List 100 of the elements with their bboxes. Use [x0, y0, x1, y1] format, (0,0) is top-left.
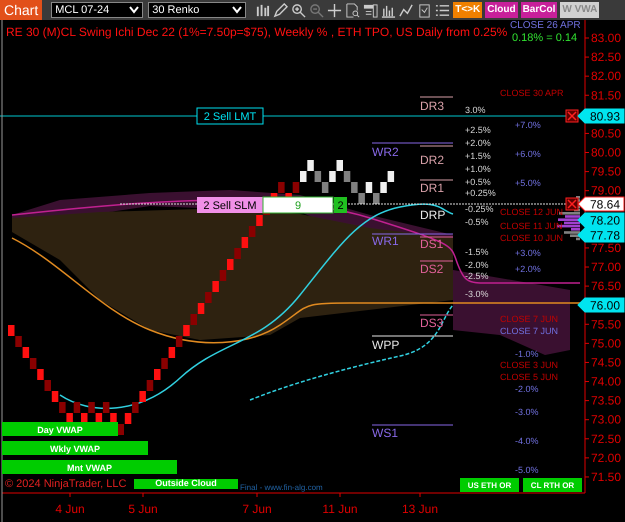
percent-label: -0.25% — [465, 204, 494, 214]
tick-count: 9 — [262, 196, 334, 214]
indicator-bar: Wkly VWAP — [2, 441, 148, 455]
toolbar-toggle-button[interactable]: T<>K — [453, 2, 482, 18]
indicator-bar: Day VWAP — [2, 422, 118, 436]
date-axis-label: 11 Jun — [322, 502, 358, 516]
order-label[interactable]: 2 Sell LMT — [196, 108, 264, 124]
bars-icon[interactable] — [255, 2, 270, 18]
list-icon[interactable] — [435, 2, 450, 18]
weekly-percent-label: -1.0% — [515, 349, 539, 359]
percent-label: -2.5% — [465, 271, 489, 281]
close-label: CLOSE 26 APR — [510, 20, 581, 31]
pivot-label: WR1 — [372, 234, 399, 248]
cancel-order-icon[interactable] — [566, 110, 578, 122]
close-label: CLOSE 3 JUN — [500, 360, 558, 370]
pivot-label: DR2 — [420, 153, 444, 167]
date-axis-label: 5 Jun — [128, 502, 158, 516]
weekly-percent-label: +5.0% — [515, 178, 541, 188]
price-axis-label: 80.50 — [591, 126, 622, 140]
interval-dropdown[interactable]: 30 Renko — [148, 2, 246, 18]
caret-icon — [129, 6, 140, 14]
close-label: CLOSE 10 JUN — [500, 233, 564, 243]
chart-tab[interactable]: Chart — [0, 0, 42, 20]
toolbar-toggle-button[interactable]: BarCol — [520, 2, 558, 18]
percent-label: -0.5% — [465, 217, 489, 227]
document-search-icon[interactable] — [345, 2, 360, 18]
percent-label: +0.5% — [465, 177, 491, 187]
pivot-label: WR2 — [372, 145, 399, 159]
copyright-text: © 2024 NinjaTrader, LLC — [5, 478, 126, 490]
price-marker: 77.78 — [577, 228, 624, 242]
indicator-bar: Mnt VWAP — [2, 460, 177, 474]
session-bar: US ETH OR — [460, 478, 519, 492]
weekly-percent-label: +6.0% — [515, 149, 541, 159]
clipboard-icon[interactable] — [417, 2, 432, 18]
price-axis-label: 80.00 — [591, 146, 622, 160]
price-axis-label: 76.50 — [591, 279, 622, 294]
pivot-label: DS1 — [420, 237, 444, 251]
properties-icon[interactable] — [363, 2, 378, 18]
price-axis-label: 77.00 — [591, 260, 622, 274]
price-marker: 78.20 — [577, 212, 624, 228]
percent-label: +1.0% — [465, 164, 491, 174]
crosshair-icon[interactable] — [327, 2, 342, 18]
order-quantity: 2 — [334, 197, 347, 213]
instrument-dropdown[interactable]: MCL 07-24 — [51, 2, 144, 18]
price-axis-label: 82.50 — [591, 50, 622, 64]
percent-label: +2.5% — [465, 125, 491, 135]
date-axis-label: 7 Jun — [242, 502, 272, 516]
price-axis-label: 81.50 — [591, 88, 622, 102]
credit-text: Final - www.fin-alg.com — [240, 483, 323, 492]
percent-label: 3.0% — [465, 105, 486, 115]
caret-icon — [232, 6, 242, 14]
cancel-order-icon[interactable] — [566, 198, 578, 210]
weekly-percent-label: -5.0% — [515, 465, 539, 475]
pivot-label: DS2 — [420, 262, 444, 276]
price-marker: 76.00 — [577, 298, 624, 312]
chart-title: RE 30 (M)CL Swing Ichi Dec 22 (1%=7.50p=$75), Weekly % , ETH TPO, US Daily from 0.25% — [6, 25, 508, 39]
price-axis-label: 74.00 — [591, 374, 622, 389]
close-label: CLOSE 7 JUN — [500, 326, 558, 336]
pivot-label: DS3 — [420, 316, 444, 330]
price-axis-label: 72.50 — [591, 432, 622, 446]
weekly-percent-label: -2.0% — [515, 384, 539, 394]
pencil-icon[interactable] — [273, 2, 288, 18]
price-axis-label: 77.50 — [591, 240, 622, 255]
percent-label: +0.25% — [465, 188, 496, 198]
close-label: CLOSE 7 JUN — [500, 314, 558, 324]
pivot-label: DRP — [420, 208, 446, 222]
price-axis-label: 72.00 — [591, 450, 622, 465]
pivot-label: DR3 — [420, 99, 444, 113]
date-axis-label: 13 Jun — [402, 502, 438, 516]
close-label: CLOSE 12 JUN — [500, 207, 564, 217]
line-chart-icon[interactable] — [399, 2, 414, 18]
percent-label: -3.0% — [465, 289, 489, 299]
weekly-percent-label: +3.0% — [515, 248, 541, 258]
close-label: CLOSE 5 JUN — [500, 372, 558, 382]
weekly-percent-label: -3.0% — [515, 407, 539, 417]
toolbar-toggle-button[interactable]: Cloud — [485, 2, 518, 18]
order-label[interactable]: 2 Sell SLM — [197, 197, 263, 213]
pivot-label: WPP — [372, 338, 400, 352]
weekly-percent-label: -4.0% — [515, 436, 539, 446]
percent-label: +2.0% — [465, 138, 491, 148]
session-bar: CL RTH OR — [523, 478, 582, 492]
date-axis-label: 4 Jun — [55, 502, 85, 516]
pivot-label: DR1 — [420, 181, 444, 195]
price-marker: 78.64 — [577, 196, 624, 212]
close-label: CLOSE 11 JUN — [500, 221, 562, 231]
price-marker: 80.93 — [577, 108, 624, 124]
price-axis-label: 74.50 — [591, 355, 622, 370]
price-axis-label: 82.00 — [591, 69, 622, 84]
change-readout: 0.18% = 0.14 — [512, 32, 578, 44]
price-axis-label: 71.50 — [591, 470, 622, 484]
pivot-label: WS1 — [372, 426, 398, 440]
percent-label: +1.5% — [465, 151, 491, 161]
percent-label: -2.0% — [465, 260, 489, 270]
price-axis-label: 79.00 — [591, 184, 622, 198]
price-axis-label: 75.50 — [591, 317, 622, 332]
price-axis-label: 79.50 — [591, 164, 622, 179]
zoom-in-icon[interactable] — [291, 2, 306, 18]
price-axis-label: 75.00 — [591, 336, 622, 350]
price-axis-label: 73.50 — [591, 394, 622, 408]
price-axis-label: 73.00 — [591, 412, 622, 427]
